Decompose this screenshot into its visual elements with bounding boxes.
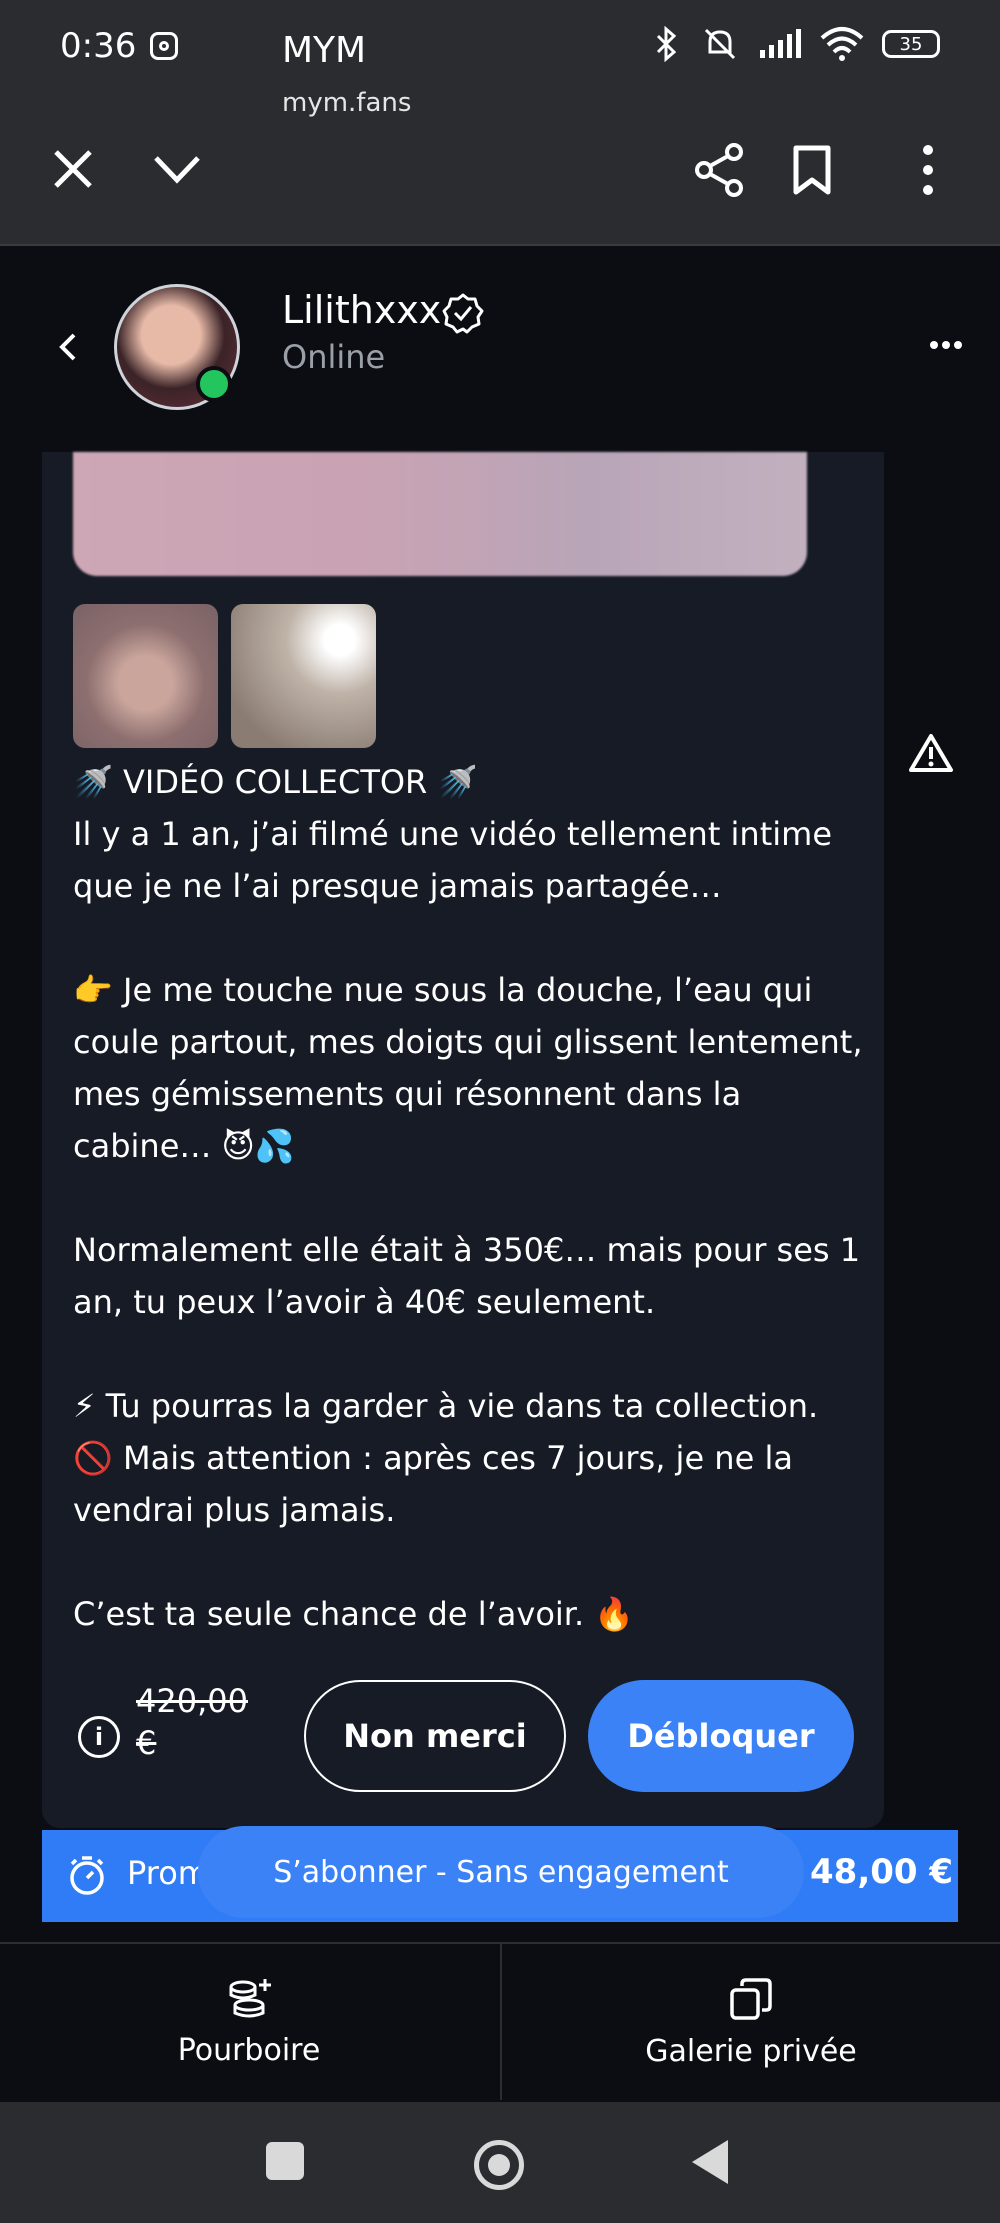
close-icon[interactable] [52,148,94,190]
info-icon[interactable]: i [78,1716,120,1758]
decline-button[interactable]: Non merci [304,1680,566,1792]
subscribe-button[interactable]: S’abonner - Sans engagement [198,1826,804,1918]
blurred-thumbnail[interactable] [73,604,218,748]
battery-level: 35 [899,33,923,55]
blurred-thumbnail[interactable] [231,604,376,748]
tab-private-gallery[interactable]: Galerie privée [502,1944,1000,2100]
tab-label: Galerie privée [645,2033,857,2069]
share-icon[interactable] [692,142,746,198]
back-arrow-icon[interactable] [58,332,78,362]
coins-plus-icon [229,1978,271,2017]
timer-icon [70,1856,104,1895]
tab-label: Pourboire [177,2032,321,2068]
status-time: 0:36 [60,26,137,66]
home-button[interactable] [474,2140,524,2190]
report-warning-icon[interactable] [908,732,954,774]
online-indicator [196,366,232,402]
message-text: 🚿 VIDÉO COLLECTOR 🚿 Il y a 1 an, j’ai fi… [73,763,863,1633]
battery-icon: 35 [882,30,940,58]
online-status: Online [282,338,386,376]
copy-gallery-icon [730,1977,772,2020]
recents-button[interactable] [266,2142,304,2180]
more-vertical-icon[interactable] [916,144,940,196]
promo-price: 48,00 € [810,1852,954,1892]
wifi-icon [820,27,864,61]
username[interactable]: Lilithxxx [282,288,441,332]
mute-icon [704,28,736,60]
signal-icon [760,29,801,58]
browser-toolbar [0,96,1000,246]
chevron-down-icon[interactable] [152,152,202,186]
more-horizontal-icon[interactable] [930,340,962,350]
back-button[interactable] [692,2140,728,2184]
bluetooth-icon [656,26,677,62]
original-price: 420,00 € [136,1682,248,1762]
promo-label: Prom [127,1854,209,1892]
verified-badge-icon [442,293,484,334]
status-icons: 35 [652,26,940,62]
blurred-media-preview[interactable] [73,452,807,576]
tab-tip[interactable]: Pourboire [0,1944,498,2100]
page-title: MYM [282,30,367,71]
bookmark-icon[interactable] [792,144,832,196]
page-url[interactable]: mym.fans [282,88,411,118]
unlock-button[interactable]: Débloquer [588,1680,854,1792]
instagram-notification-icon [150,32,178,60]
